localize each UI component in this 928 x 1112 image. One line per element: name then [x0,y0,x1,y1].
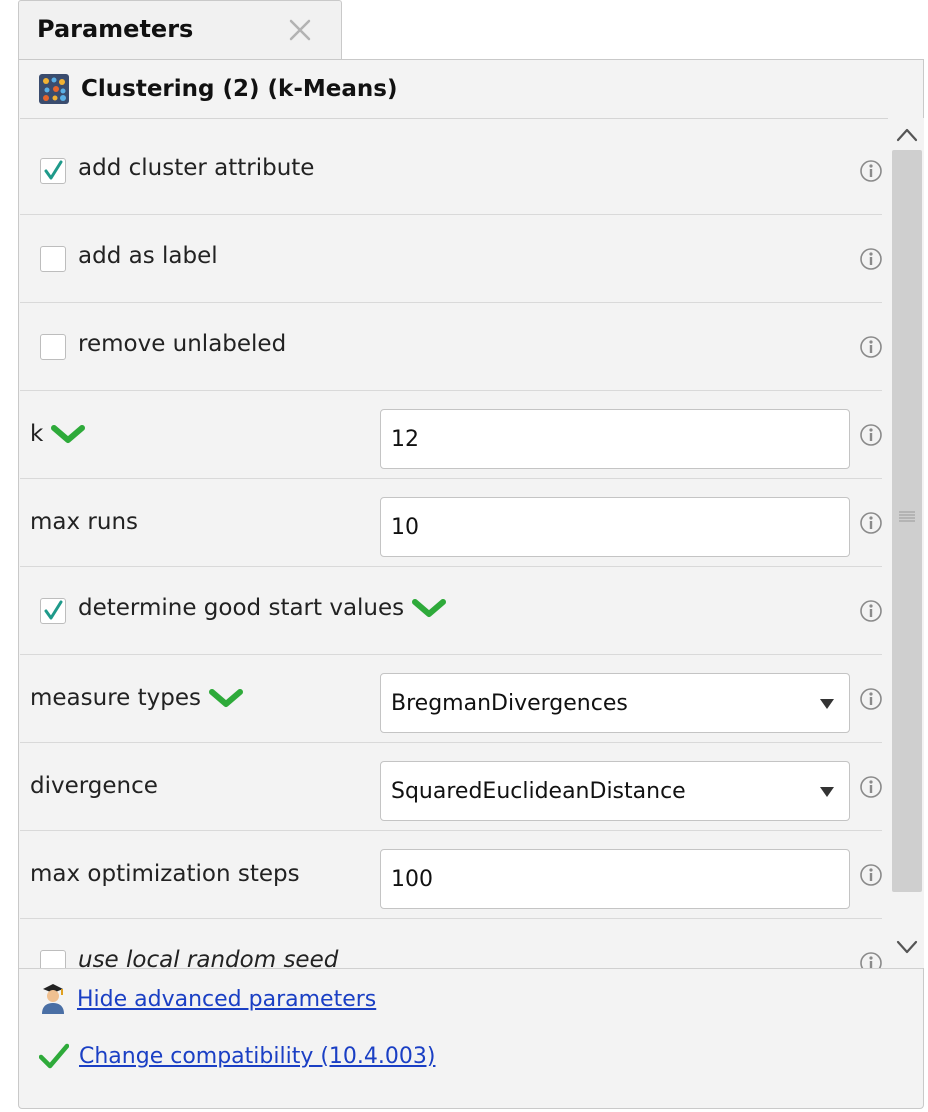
param-k: k 12 [20,391,882,479]
add-as-label-label: add as label [78,243,218,269]
grip-icon [899,511,915,522]
parameters-panel: Clustering (2) (k-Means) add cluster att… [18,59,924,1109]
divergence-select[interactable]: SquaredEuclideanDistance [380,761,850,821]
info-icon[interactable] [859,159,883,183]
scrollbar-thumb[interactable] [892,150,922,892]
determine-good-start-values-checkbox[interactable] [40,598,66,624]
add-as-label-checkbox[interactable] [40,246,66,272]
measure-types-value: BregmanDivergences [391,691,628,716]
dropdown-arrow-icon [820,699,834,709]
remove-unlabeled-checkbox[interactable] [40,334,66,360]
max-runs-input[interactable]: 10 [380,497,850,557]
info-icon[interactable] [859,247,883,271]
param-divergence: divergence SquaredEuclideanDistance [20,743,882,831]
info-icon[interactable] [859,687,883,711]
k-label: k [30,421,86,447]
param-max-optimization-steps: max optimization steps 100 [20,831,882,919]
operator-title: Clustering (2) (k-Means) [81,76,398,102]
param-use-local-random-seed: use local random seed [20,919,882,969]
info-icon[interactable] [859,863,883,887]
measure-types-label: measure types [30,685,243,711]
change-compatibility-link[interactable]: Change compatibility (10.4.003) [79,1044,435,1069]
scroll-up-icon[interactable] [894,124,920,146]
expert-user-icon [42,984,64,1014]
info-icon[interactable] [859,511,883,535]
close-icon[interactable] [285,15,315,45]
footer: Hide advanced parameters Change compatib… [19,968,923,1109]
hide-advanced-parameters-link[interactable]: Hide advanced parameters [77,987,376,1012]
dropdown-arrow-icon [820,787,834,797]
vertical-scrollbar[interactable] [890,118,924,968]
max-optimization-steps-input[interactable]: 100 [380,849,850,909]
checkmark-icon [39,1043,69,1069]
param-add-cluster-attribute: add cluster attribute [20,127,882,215]
k-input[interactable]: 12 [380,409,850,469]
param-add-as-label: add as label [20,215,882,303]
tab-title: Parameters [37,15,194,43]
param-max-runs: max runs 10 [20,479,882,567]
max-runs-label: max runs [30,509,139,535]
parameters-tab[interactable]: Parameters [18,0,342,60]
divergence-label: divergence [30,773,158,799]
param-measure-types: measure types BregmanDivergences [20,655,882,743]
determine-good-start-values-label: determine good start values [78,595,447,621]
parameter-list: add cluster attribute add as label remov… [20,118,888,969]
info-icon[interactable] [859,951,883,969]
param-determine-good-start-values: determine good start values [20,567,882,655]
divergence-value: SquaredEuclideanDistance [391,779,686,804]
use-local-random-seed-checkbox[interactable] [40,950,66,969]
chevron-down-icon[interactable] [208,687,243,709]
max-optimization-steps-value: 100 [391,867,433,892]
hide-advanced-row: Hide advanced parameters [39,983,376,1015]
add-cluster-attribute-label: add cluster attribute [78,155,315,181]
info-icon[interactable] [859,599,883,623]
change-compatibility-row: Change compatibility (10.4.003) [39,1043,435,1069]
determine-good-start-values-text: determine good start values [78,595,405,621]
param-remove-unlabeled: remove unlabeled [20,303,882,391]
info-icon[interactable] [859,423,883,447]
max-runs-value: 10 [391,515,419,540]
chevron-down-icon[interactable] [412,597,447,619]
use-local-random-seed-label: use local random seed [78,947,339,969]
info-icon[interactable] [859,335,883,359]
k-value: 12 [391,427,419,452]
k-label-text: k [30,421,44,447]
measure-types-text: measure types [30,685,201,711]
chevron-down-icon[interactable] [51,423,86,445]
add-cluster-attribute-checkbox[interactable] [40,158,66,184]
clustering-icon [39,74,69,104]
remove-unlabeled-label: remove unlabeled [78,331,287,357]
max-optimization-steps-label: max optimization steps [30,861,300,887]
measure-types-select[interactable]: BregmanDivergences [380,673,850,733]
info-icon[interactable] [859,775,883,799]
operator-header: Clustering (2) (k-Means) [39,72,397,106]
scroll-down-icon[interactable] [894,936,920,958]
